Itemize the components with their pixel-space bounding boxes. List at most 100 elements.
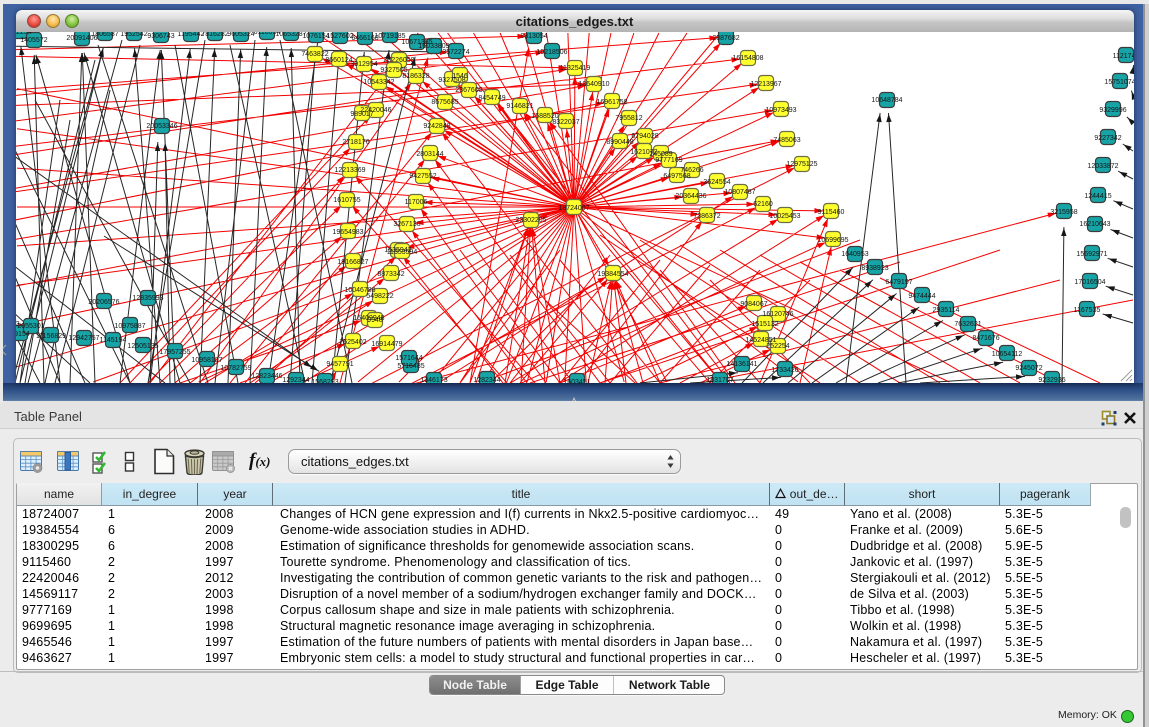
svg-text:10958107: 10958107: [191, 357, 222, 364]
svg-text:18640910: 18640910: [578, 81, 609, 88]
svg-text:10807487: 10807487: [724, 189, 755, 196]
svg-text:20364436: 20364436: [675, 193, 706, 200]
svg-text:9232936: 9232936: [1038, 377, 1065, 383]
svg-text:1121740: 1121740: [1113, 53, 1134, 60]
svg-text:8186328: 8186328: [402, 73, 429, 80]
svg-text:6794028: 6794028: [631, 133, 658, 140]
svg-text:1527602: 1527602: [326, 33, 353, 40]
svg-text:2935114: 2935114: [933, 307, 960, 314]
svg-text:23302205: 23302205: [515, 217, 546, 224]
svg-text:18724007: 18724007: [558, 205, 589, 212]
svg-text:9427552: 9427552: [409, 173, 436, 180]
svg-text:7625402: 7625402: [339, 339, 366, 346]
svg-text:6497568: 6497568: [663, 173, 690, 180]
svg-text:9242848: 9242848: [423, 123, 450, 130]
svg-text:16210643: 16210643: [1079, 221, 1110, 228]
svg-text:10699695: 10699695: [817, 237, 848, 244]
svg-text:10025453: 10025453: [769, 213, 800, 220]
svg-text:7955812: 7955812: [615, 115, 642, 122]
svg-text:9227342: 9227342: [1094, 135, 1121, 142]
svg-text:1615132: 1615132: [751, 321, 778, 328]
svg-text:1568293: 1568293: [311, 379, 338, 383]
svg-text:17016504: 17016504: [1074, 279, 1105, 286]
svg-text:10654112: 10654112: [992, 351, 1023, 358]
svg-text:14136141: 14136141: [726, 361, 757, 368]
svg-text:23226058: 23226058: [383, 57, 414, 64]
svg-text:10543342: 10543342: [363, 79, 394, 86]
svg-text:8813054: 8813054: [520, 33, 547, 40]
svg-text:2803144: 2803144: [416, 151, 443, 158]
svg-text:12835993: 12835993: [132, 295, 163, 302]
svg-text:2055301: 2055301: [17, 323, 44, 330]
svg-text:9115460: 9115460: [818, 209, 845, 216]
svg-text:1733426: 1733426: [771, 367, 798, 374]
svg-text:6479197: 6479197: [885, 279, 912, 286]
svg-text:12505135: 12505135: [127, 343, 158, 350]
svg-text:2367608: 2367608: [455, 87, 482, 94]
svg-text:12213369: 12213369: [334, 167, 365, 174]
svg-text:8471676: 8471676: [972, 335, 999, 342]
svg-text:8660124: 8660124: [325, 57, 352, 64]
svg-text:9474444: 9474444: [908, 293, 935, 300]
svg-text:9457791: 9457791: [326, 361, 353, 368]
svg-text:252254: 252254: [766, 343, 789, 350]
svg-text:8454749: 8454749: [478, 95, 505, 102]
svg-text:1244415: 1244415: [1084, 193, 1111, 200]
svg-text:2718176: 2718176: [342, 139, 369, 146]
svg-text:3912954: 3912954: [350, 61, 377, 68]
svg-text:1640953: 1640953: [841, 251, 868, 258]
svg-text:10975887: 10975887: [114, 323, 145, 330]
svg-text:1610755: 1610755: [333, 197, 360, 204]
svg-text:3267130: 3267130: [393, 221, 420, 228]
svg-text:1282344: 1282344: [473, 377, 500, 383]
svg-text:9146821: 9146821: [506, 103, 533, 110]
svg-text:12942757: 12942757: [68, 335, 99, 342]
svg-text:16961758: 16961758: [596, 99, 627, 106]
svg-text:8675685: 8675685: [431, 99, 458, 106]
svg-text:9948: 9948: [367, 317, 383, 324]
svg-text:19218506: 19218506: [536, 49, 567, 56]
svg-text:7632621: 7632621: [954, 321, 981, 328]
svg-text:8990448: 8990448: [606, 139, 633, 146]
svg-text:12033872: 12033872: [1087, 163, 1118, 170]
svg-text:5498222: 5498222: [366, 293, 393, 300]
svg-text:9245072: 9245072: [1015, 365, 1042, 372]
svg-text:1167535: 1167535: [1074, 307, 1101, 314]
svg-text:15692971: 15692971: [1076, 251, 1107, 258]
svg-text:1831707: 1831707: [706, 377, 733, 383]
svg-text:9605324: 9605324: [227, 32, 254, 38]
svg-text:12213967: 12213967: [750, 81, 781, 88]
svg-text:1571644: 1571644: [395, 355, 422, 362]
svg-text:1546: 1546: [452, 73, 468, 80]
svg-text:2887682: 2887682: [712, 35, 739, 42]
svg-text:8938923: 8938923: [861, 265, 888, 272]
svg-text:62160: 62160: [753, 201, 773, 208]
svg-text:16914479: 16914479: [371, 341, 402, 348]
svg-text:20206576: 20206576: [88, 299, 119, 306]
svg-text:1346173: 1346173: [420, 377, 447, 383]
svg-text:8873342: 8873342: [377, 271, 404, 278]
svg-text:3624554: 3624554: [703, 179, 730, 186]
svg-text:1952542: 1952542: [120, 32, 147, 38]
svg-text:12975125: 12975125: [786, 161, 817, 168]
svg-text:7816282: 7816282: [201, 32, 228, 38]
svg-text:1145194: 1145194: [100, 337, 127, 344]
svg-text:19654983: 19654983: [332, 229, 363, 236]
svg-text:9777169: 9777169: [655, 157, 682, 164]
svg-text:1603451: 1603451: [563, 379, 590, 383]
svg-text:11156829: 11156829: [36, 333, 66, 340]
svg-text:3215958: 3215958: [1050, 209, 1077, 216]
svg-text:39154: 39154: [16, 331, 30, 338]
svg-text:16120746: 16120746: [762, 311, 793, 318]
svg-text:15751074: 15751074: [1104, 79, 1134, 86]
svg-text:117006: 117006: [405, 199, 428, 206]
svg-text:9084067: 9084067: [740, 301, 767, 308]
svg-text:7386372: 7386372: [693, 213, 720, 220]
svg-text:3572274: 3572274: [442, 49, 469, 56]
svg-text:12823446: 12823446: [251, 373, 282, 380]
svg-text:5716485: 5716485: [397, 363, 424, 370]
svg-text:9306743: 9306743: [147, 33, 174, 40]
svg-text:10782759: 10782759: [220, 365, 251, 372]
svg-text:1806587: 1806587: [91, 32, 118, 38]
svg-text:16154808: 16154808: [732, 55, 763, 62]
